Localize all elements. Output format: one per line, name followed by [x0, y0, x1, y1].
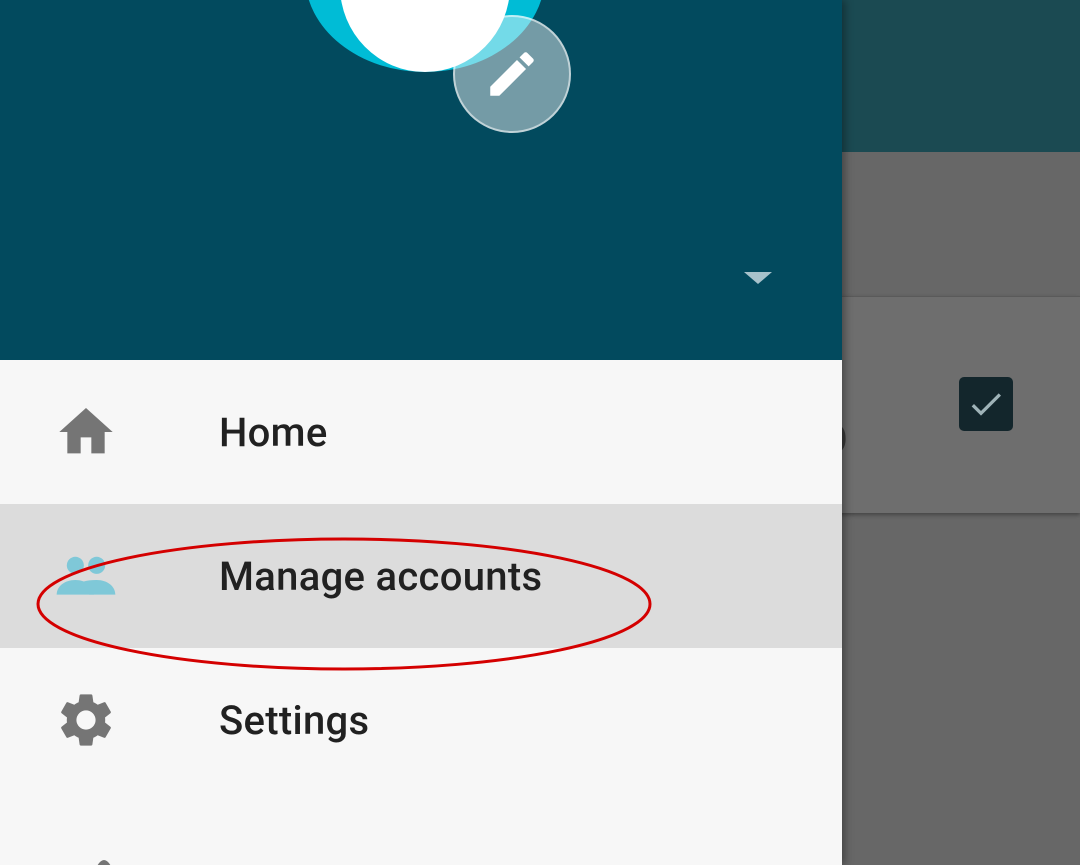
menu-item-label: Home: [219, 408, 328, 456]
menu-item-partial[interactable]: [0, 792, 842, 865]
arrow-drop-down-icon: [744, 272, 772, 284]
menu-item-label: Settings: [219, 696, 370, 744]
people-icon: [54, 544, 118, 608]
check-icon: [971, 393, 1001, 416]
navigation-drawer: Home Manage accounts Settings: [0, 0, 842, 865]
pencil-icon: [490, 52, 534, 96]
menu-item-label: Manage accounts: [219, 552, 543, 600]
partial-icon: [97, 860, 111, 865]
gear-icon: [54, 688, 118, 752]
background-checkbox: [959, 377, 1013, 431]
account-dropdown-button[interactable]: [736, 262, 780, 294]
menu-item-home[interactable]: Home: [0, 360, 842, 504]
home-icon: [54, 400, 118, 464]
menu-item-manage-accounts[interactable]: Manage accounts: [0, 504, 842, 648]
drawer-menu: Home Manage accounts Settings: [0, 360, 842, 792]
edit-profile-button[interactable]: [453, 15, 571, 133]
menu-item-settings[interactable]: Settings: [0, 648, 842, 792]
drawer-header: [0, 0, 842, 360]
